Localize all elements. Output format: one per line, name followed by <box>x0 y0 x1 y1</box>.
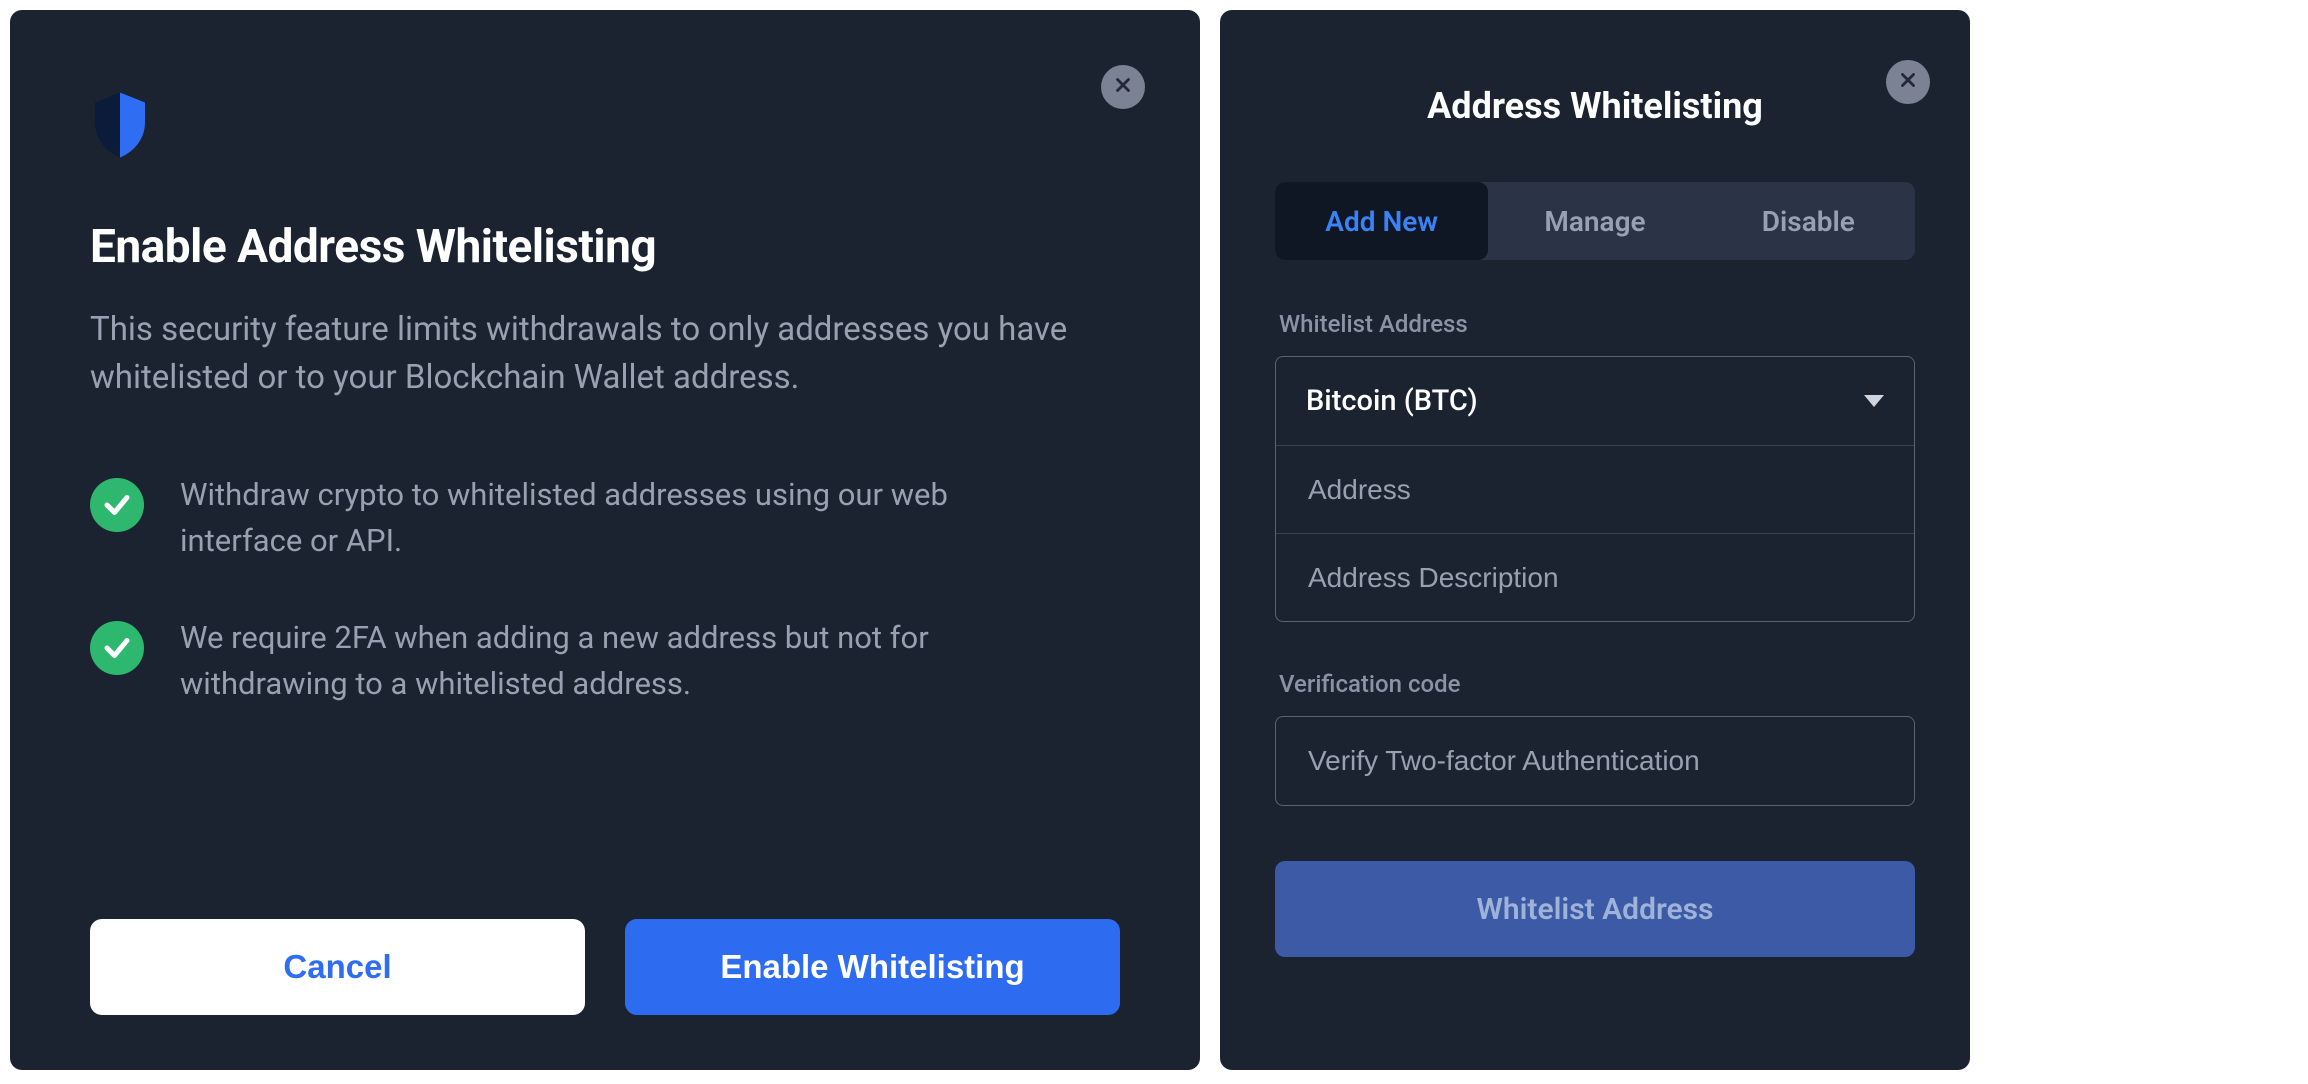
verification-code-label: Verification code <box>1279 670 1915 698</box>
check-icon <box>90 621 144 675</box>
modal-title: Enable Address Whitelisting <box>90 220 1120 274</box>
whitelist-button-label: Whitelist Address <box>1477 892 1714 927</box>
close-icon <box>1897 69 1919 95</box>
tab-label: Manage <box>1544 205 1645 238</box>
whitelist-address-button[interactable]: Whitelist Address <box>1275 861 1915 957</box>
tab-label: Disable <box>1762 205 1855 238</box>
verification-code-input[interactable] <box>1306 716 1884 806</box>
cancel-button[interactable]: Cancel <box>90 919 585 1015</box>
currency-select[interactable]: Bitcoin (BTC) <box>1276 357 1914 445</box>
check-icon <box>90 478 144 532</box>
whitelist-address-label: Whitelist Address <box>1279 310 1915 338</box>
tab-manage[interactable]: Manage <box>1488 182 1701 260</box>
address-whitelisting-modal: Address Whitelisting Add New Manage Disa… <box>1220 10 1970 1070</box>
feature-text: Withdraw crypto to whitelisted addresses… <box>180 472 1060 565</box>
address-description-input[interactable] <box>1306 533 1884 622</box>
modal-title: Address Whitelisting <box>1275 85 1915 127</box>
modal-subtitle: This security feature limits withdrawals… <box>90 306 1090 402</box>
tab-bar: Add New Manage Disable <box>1275 182 1915 260</box>
shield-icon <box>90 90 1120 160</box>
feature-text: We require 2FA when adding a new address… <box>180 615 1060 708</box>
currency-selected-value: Bitcoin (BTC) <box>1306 384 1478 418</box>
feature-item: We require 2FA when adding a new address… <box>90 615 1120 708</box>
cancel-button-label: Cancel <box>283 948 391 986</box>
close-button[interactable] <box>1886 60 1930 104</box>
tab-disable[interactable]: Disable <box>1702 182 1915 260</box>
enable-whitelisting-modal: Enable Address Whitelisting This securit… <box>10 10 1200 1070</box>
close-icon <box>1112 74 1134 100</box>
address-input[interactable] <box>1306 445 1884 534</box>
tab-add-new[interactable]: Add New <box>1275 182 1488 260</box>
enable-button-label: Enable Whitelisting <box>720 948 1024 986</box>
feature-item: Withdraw crypto to whitelisted addresses… <box>90 472 1120 565</box>
tab-label: Add New <box>1325 205 1438 238</box>
enable-whitelisting-button[interactable]: Enable Whitelisting <box>625 919 1120 1015</box>
close-button[interactable] <box>1101 65 1145 109</box>
chevron-down-icon <box>1864 395 1884 407</box>
whitelist-address-group: Bitcoin (BTC) <box>1275 356 1915 622</box>
